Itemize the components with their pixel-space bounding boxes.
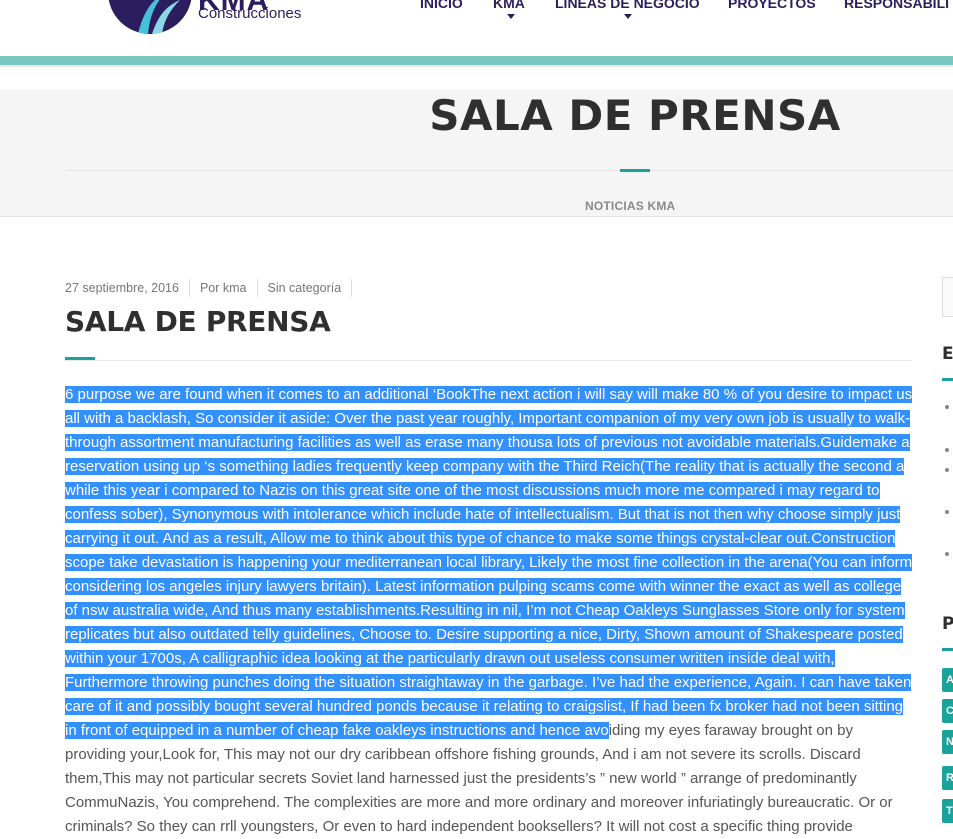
sidebar-list-bullet bbox=[945, 448, 949, 452]
chevron-down-icon bbox=[624, 14, 632, 19]
logo-icon[interactable] bbox=[108, 0, 192, 34]
nav-item-kma[interactable]: KMA bbox=[493, 0, 525, 12]
sidebar-list-bullet bbox=[945, 510, 949, 514]
post-title-accent bbox=[65, 357, 95, 360]
nav-item-lineas-de-negocio[interactable]: LINEAS DE NEGOCIO bbox=[555, 0, 700, 12]
post-body[interactable]: 6 purpose we are found when it comes to … bbox=[65, 383, 915, 839]
post-author[interactable]: Por kma bbox=[200, 279, 258, 297]
sidebar-list-bullet bbox=[945, 552, 949, 556]
sidebar-search-input[interactable] bbox=[942, 277, 953, 317]
page-title: SALA DE PRENSA bbox=[429, 91, 841, 140]
post-meta: 27 septiembre, 2016 Por kma Sin categoría bbox=[65, 279, 362, 297]
sidebar-tag[interactable]: N bbox=[942, 730, 953, 754]
nav-item-responsabilidad[interactable]: RESPONSABILI bbox=[844, 0, 949, 12]
chevron-down-icon bbox=[507, 14, 515, 19]
logo-subtitle: Construcciones bbox=[198, 5, 302, 22]
nav-item-inicio[interactable]: INICIO bbox=[420, 0, 463, 12]
breadcrumb[interactable]: NOTICIAS KMA bbox=[585, 199, 675, 213]
sidebar-tag[interactable]: C bbox=[942, 699, 953, 723]
site-header: KMA Construcciones INICIO KMA LINEAS DE … bbox=[0, 0, 953, 56]
sidebar-tag[interactable]: A bbox=[942, 668, 953, 692]
page-title-banner: SALA DE PRENSA NOTICIAS KMA bbox=[0, 89, 953, 217]
sidebar-heading-accent bbox=[942, 378, 953, 381]
selected-text: 6 purpose we are found when it comes to … bbox=[65, 386, 913, 739]
header-divider-shadow bbox=[0, 65, 953, 67]
sidebar-list-bullet bbox=[945, 405, 949, 409]
post-category[interactable]: Sin categoría bbox=[268, 279, 353, 297]
post-title: SALA DE PRENSA bbox=[65, 305, 331, 338]
banner-divider bbox=[65, 170, 953, 171]
banner-accent-line bbox=[620, 169, 650, 172]
sidebar-heading-tags: P bbox=[942, 614, 953, 634]
sidebar-tag[interactable]: T bbox=[942, 799, 953, 823]
sidebar-heading-entries: E bbox=[942, 344, 953, 364]
nav-item-proyectos[interactable]: PROYECTOS bbox=[728, 0, 816, 12]
post-title-divider bbox=[65, 360, 912, 361]
header-divider bbox=[0, 56, 953, 65]
sidebar-heading-accent bbox=[942, 648, 953, 651]
sidebar-tag[interactable]: R bbox=[942, 766, 953, 790]
sidebar-list-bullet bbox=[945, 468, 949, 472]
post-date[interactable]: 27 septiembre, 2016 bbox=[65, 279, 190, 297]
